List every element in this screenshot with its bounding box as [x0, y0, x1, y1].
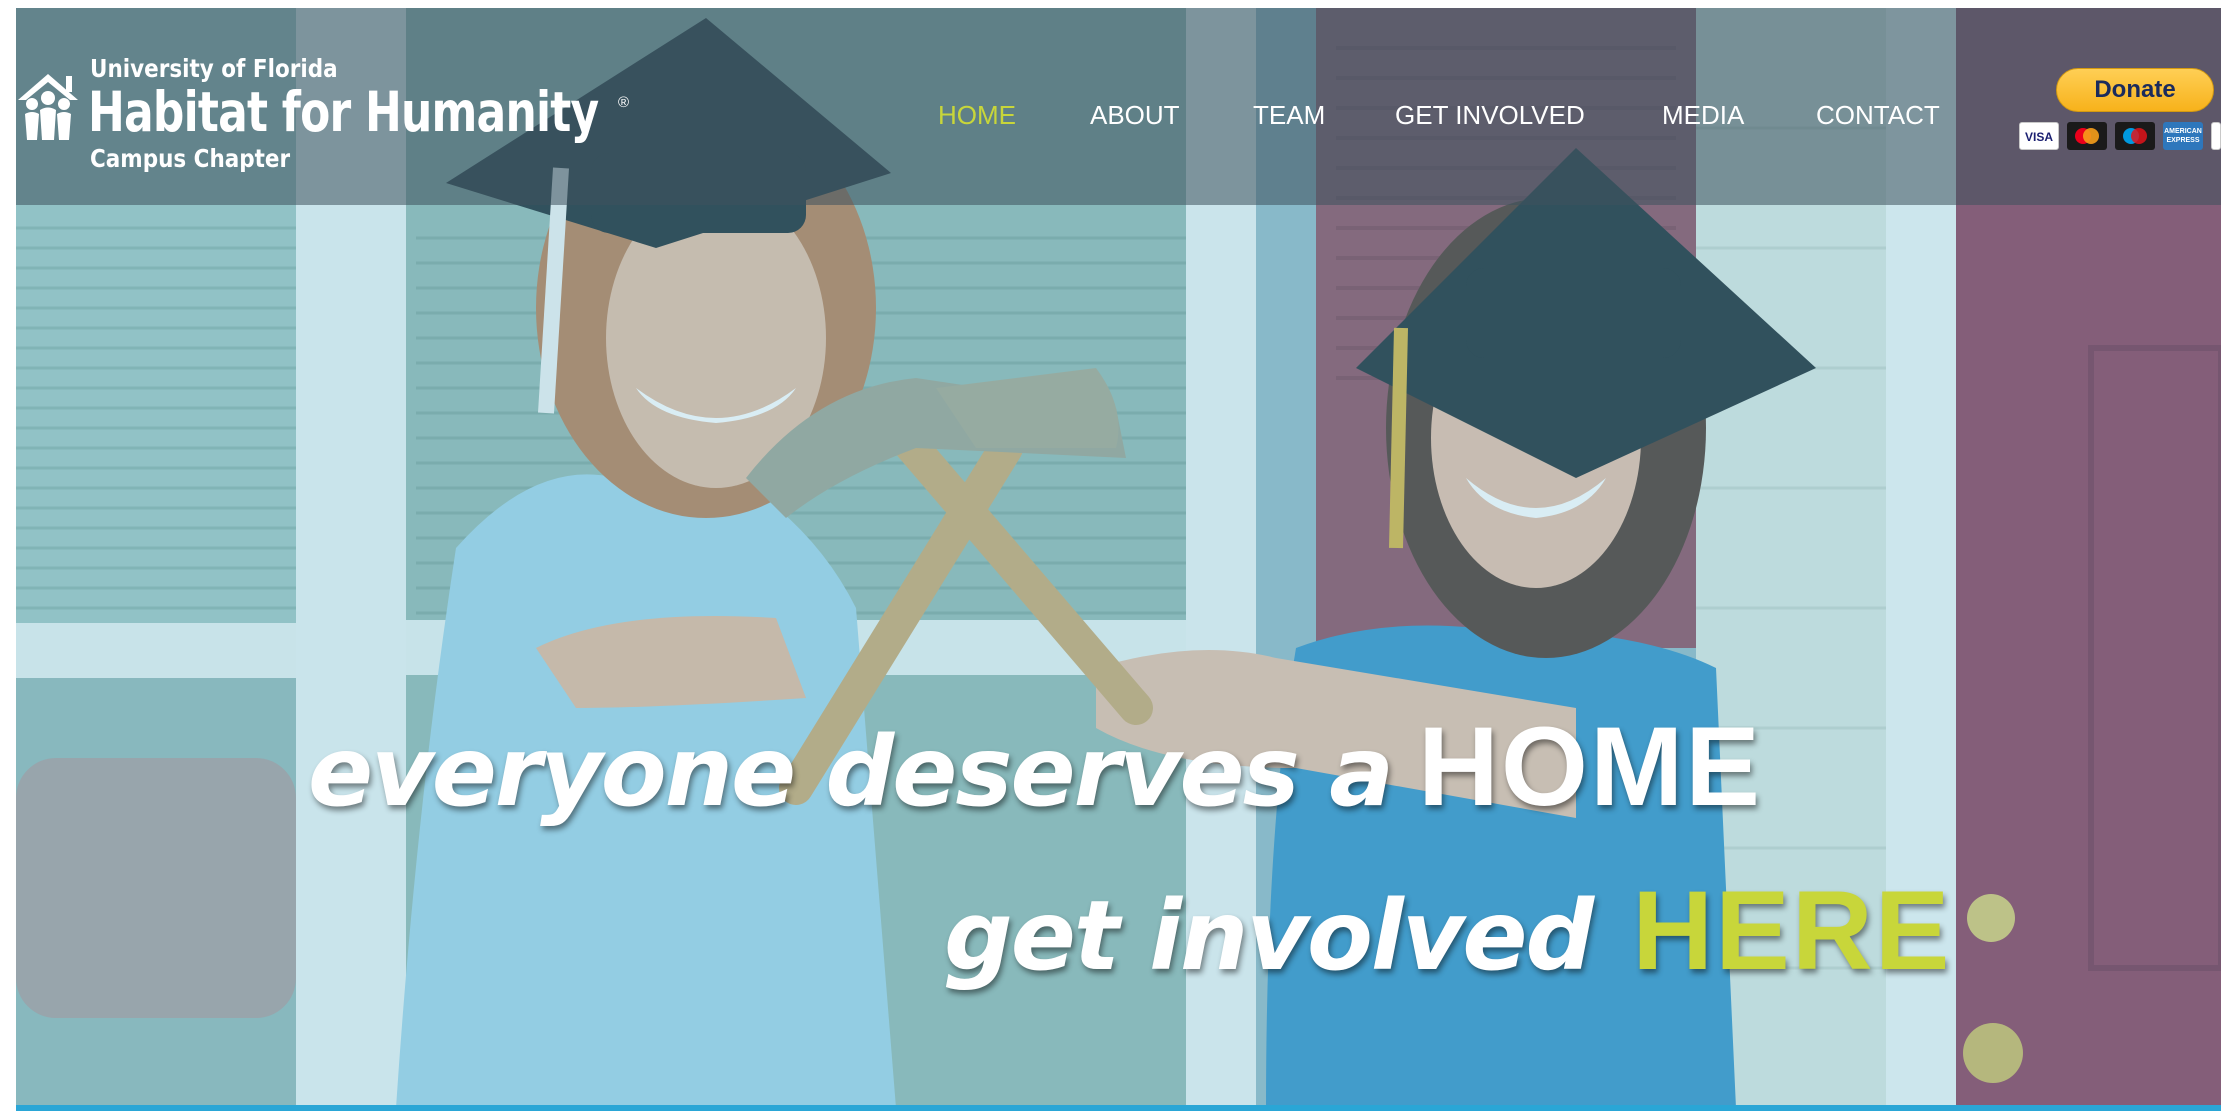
nav-team[interactable]: TEAM	[1253, 100, 1325, 131]
logo-organization-text: Habitat for Humanity	[88, 80, 599, 144]
nav-about[interactable]: ABOUT	[1090, 100, 1180, 131]
nav-home[interactable]: HOME	[938, 100, 1016, 131]
hero-tagline-home-caps: HOME	[1418, 704, 1762, 829]
site-header: University of Florida Habitat for Humani…	[16, 8, 2221, 205]
nav-media[interactable]: MEDIA	[1662, 100, 1744, 131]
habitat-house-people-icon	[18, 74, 78, 140]
site-logo[interactable]: University of Florida Habitat for Humani…	[16, 52, 656, 182]
amex-card-icon: AMERICAN EXPRESS	[2163, 122, 2203, 150]
donate-button[interactable]: Donate	[2056, 68, 2214, 112]
hero-get-involved-script: get involved	[944, 880, 1594, 992]
visa-card-icon: VISA	[2019, 122, 2059, 150]
mastercard-icon	[2067, 122, 2107, 150]
payment-cards: VISA AMERICAN EXPRESS	[2019, 122, 2221, 150]
logo-registered-mark: ®	[618, 94, 630, 111]
page: University of Florida Habitat for Humani…	[0, 0, 2221, 1111]
bottom-accent-line	[16, 1105, 2221, 1111]
nav-contact[interactable]: CONTACT	[1816, 100, 1940, 131]
hero-tagline-home: everyone deserves a HOME	[308, 702, 1762, 831]
logo-university-text: University of Florida	[90, 54, 338, 83]
hero-here-link[interactable]: HERE	[1632, 868, 1951, 993]
hero-get-involved-link[interactable]: get involved HERE	[944, 866, 1951, 995]
discover-card-icon	[2211, 122, 2221, 150]
maestro-icon	[2115, 122, 2155, 150]
hero-tagline-home-script: everyone deserves a	[308, 716, 1394, 828]
nav-get-involved[interactable]: GET INVOLVED	[1395, 100, 1585, 131]
logo-chapter-text: Campus Chapter	[90, 144, 291, 173]
